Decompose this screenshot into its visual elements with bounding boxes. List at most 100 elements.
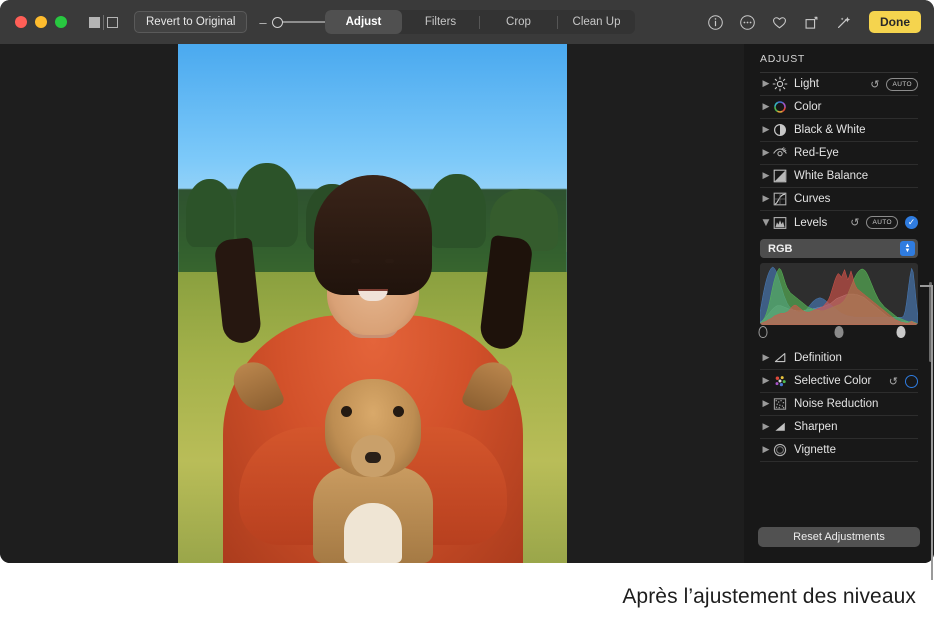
chevron-right-icon[interactable]: ▶ [760,148,772,158]
brightness-icon [772,76,788,92]
compare-view-toggle[interactable] [89,15,118,30]
sidebar-item-label: Color [794,101,918,113]
sidebar-item-black-and-white[interactable]: ▶ Black & White [760,119,918,142]
sidebar-item-white-balance[interactable]: ▶ White Balance [760,165,918,188]
histogram-svg [760,263,918,325]
chevron-right-icon[interactable]: ▶ [760,125,772,135]
sidebar-item-definition[interactable]: ▶ Definition [760,347,918,370]
sidebar-item-label: Curves [794,193,918,205]
stepper-arrows-icon[interactable]: ▲▼ [900,241,915,256]
callout-line [931,285,933,580]
sidebar-item-selective-color[interactable]: ▶ Selective Color ↺ [760,370,918,393]
chevron-right-icon[interactable]: ▶ [760,353,772,363]
zoom-slider-knob[interactable] [272,17,283,28]
sidebar-item-label: Levels [794,217,850,229]
sidebar-item-label: Light [794,78,870,90]
compare-divider [103,15,104,30]
tab-adjust[interactable]: Adjust [325,10,402,34]
sidebar-item-label: Definition [794,352,918,364]
midpoint-handle[interactable] [835,326,844,338]
figure-caption: Après l’ajustement des niveaux [0,585,916,609]
sidebar-item-label: Noise Reduction [794,398,918,410]
photo-dog-eye-right [393,406,404,417]
zoom-out-icon[interactable]: – [258,15,267,30]
sidebar-item-curves[interactable]: ▶ Curves [760,188,918,211]
auto-button[interactable]: AUTO [886,78,918,91]
vignette-icon [772,442,788,458]
screenshot-root: Revert to Original – + Adjust Filters Cr… [0,0,934,625]
photo-hair [314,175,432,295]
chevron-right-icon[interactable]: ▶ [760,79,772,89]
sharpen-icon [772,419,788,435]
definition-icon [772,350,788,366]
chevron-right-icon[interactable]: ▶ [760,445,772,455]
rotate-icon[interactable] [803,14,820,31]
tab-crop[interactable]: Crop [480,10,557,34]
editor-toolbar: Revert to Original – + Adjust Filters Cr… [0,0,934,44]
sidebar-item-controls: ↺ [889,375,918,388]
revert-to-original-button[interactable]: Revert to Original [134,11,247,33]
levels-channel-value: RGB [760,243,792,255]
undo-icon[interactable]: ↺ [870,78,879,91]
levels-icon [772,215,788,231]
window-controls [15,16,67,28]
photo-dog-nose [365,452,381,463]
chevron-down-icon[interactable]: ▼ [760,218,772,228]
photo-dog-eye-left [341,406,352,417]
levels-histogram[interactable] [760,263,918,325]
red-eye-icon [772,145,788,161]
levels-panel: RGB ▲▼ [760,239,918,341]
selective-color-toggle[interactable] [905,375,918,388]
undo-icon[interactable]: ↺ [850,216,859,229]
info-icon[interactable] [707,14,724,31]
levels-sliders[interactable] [760,326,918,341]
chevron-right-icon[interactable]: ▶ [760,194,772,204]
sidebar-item-light[interactable]: ▶ Light ↺ AUTO [760,73,918,96]
sidebar-item-noise-reduction[interactable]: ▶ Noise Reduction [760,393,918,416]
tab-clean-up[interactable]: Clean Up [558,10,635,34]
close-button[interactable] [15,16,27,28]
noise-reduction-icon [772,396,788,412]
sidebar-item-label: Red-Eye [794,147,918,159]
compare-filled-icon [89,17,100,28]
sidebar-item-label: Sharpen [794,421,918,433]
photo-dog-chest [344,503,402,563]
curves-icon [772,191,788,207]
chevron-right-icon[interactable]: ▶ [760,399,772,409]
sidebar-item-label: Selective Color [794,375,889,387]
enhance-wand-icon[interactable] [835,14,852,31]
edited-photo[interactable] [178,44,567,563]
sidebar-item-red-eye[interactable]: ▶ Red-Eye [760,142,918,165]
favorite-heart-icon[interactable] [771,14,788,31]
sidebar-item-vignette[interactable]: ▶ Vignette [760,439,918,462]
done-button[interactable]: Done [869,11,921,33]
color-wheel-icon [772,99,788,115]
selective-color-icon [772,373,788,389]
chevron-right-icon[interactable]: ▶ [760,376,772,386]
chevron-right-icon[interactable]: ▶ [760,422,772,432]
photo-subject [223,233,523,563]
minimize-button[interactable] [35,16,47,28]
sidebar-item-controls: ↺ AUTO [870,78,918,91]
undo-icon[interactable]: ↺ [889,375,898,388]
compare-outline-icon [107,17,118,28]
levels-enabled-checkbox[interactable]: ✓ [905,216,918,229]
levels-channel-select[interactable]: RGB ▲▼ [760,239,918,258]
black-point-handle[interactable] [759,326,768,338]
reset-adjustments-button[interactable]: Reset Adjustments [758,527,920,547]
tab-filters[interactable]: Filters [402,10,479,34]
auto-button[interactable]: AUTO [866,216,898,229]
photo-eye-left [351,259,360,263]
chevron-right-icon[interactable]: ▶ [760,102,772,112]
chevron-right-icon[interactable]: ▶ [760,171,772,181]
sidebar-item-sharpen[interactable]: ▶ Sharpen [760,416,918,439]
white-balance-icon [772,168,788,184]
contrast-circle-icon [772,122,788,138]
sidebar-item-color[interactable]: ▶ Color [760,96,918,119]
sidebar-item-levels[interactable]: ▼ Levels ↺ AUTO ✓ [760,211,918,234]
sidebar-item-label: White Balance [794,170,918,182]
more-options-icon[interactable] [739,14,756,31]
maximize-button[interactable] [55,16,67,28]
white-point-handle[interactable] [896,326,905,338]
sidebar-item-controls: ↺ AUTO ✓ [850,216,918,229]
